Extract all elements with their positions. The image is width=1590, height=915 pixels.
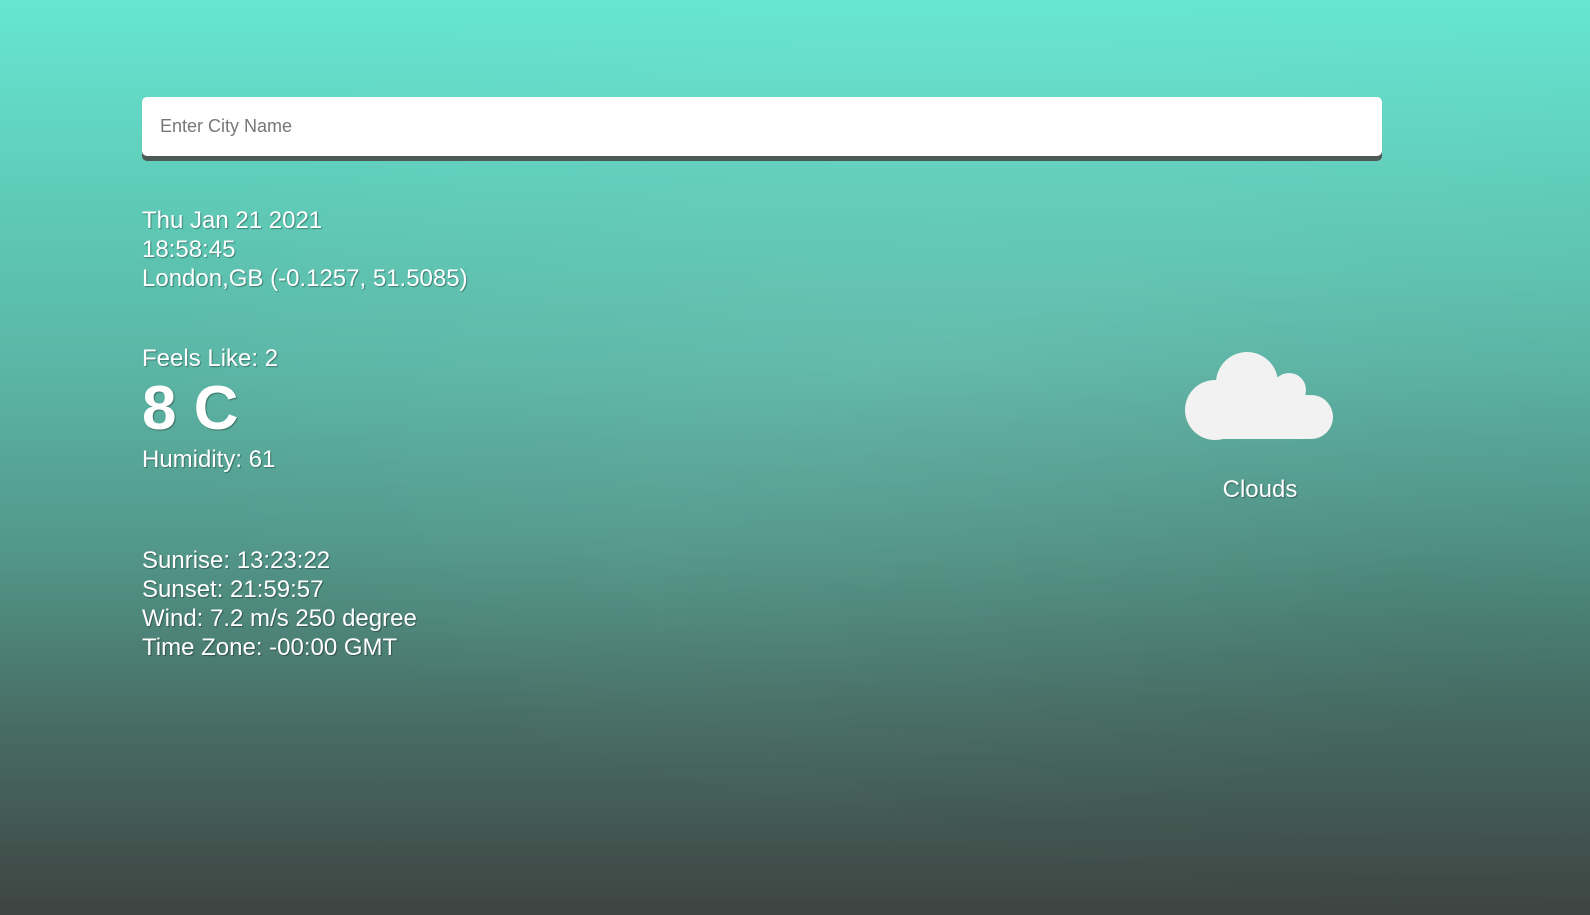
weather-description: Clouds bbox=[1222, 476, 1298, 503]
humidity: Humidity: 61 bbox=[142, 446, 276, 473]
city-search-input[interactable] bbox=[142, 97, 1382, 156]
timezone: Time Zone: -00:00 GMT bbox=[142, 634, 398, 661]
wind: Wind: 7.2 m/s 250 degree bbox=[142, 605, 417, 632]
temperature-block: Feels Like: 2 8 C Humidity: 61 bbox=[142, 344, 278, 474]
sunset: Sunset: 21:59:57 bbox=[142, 576, 324, 603]
feels-like: Feels Like: 2 bbox=[142, 345, 279, 372]
cloud-icon bbox=[1185, 352, 1333, 440]
time: 18:58:45 bbox=[142, 236, 236, 263]
location: London,GB (-0.1257, 51.5085) bbox=[142, 265, 468, 292]
date-location-block: Thu Jan 21 2021 18:58:45 London,GB (-0.1… bbox=[142, 206, 468, 293]
date: Thu Jan 21 2021 bbox=[142, 207, 323, 234]
weather-condition: Clouds bbox=[1180, 345, 1340, 504]
sunrise: Sunrise: 13:23:22 bbox=[142, 547, 331, 574]
temperature: 8 C bbox=[142, 374, 239, 443]
details-block: Sunrise: 13:23:22 Sunset: 21:59:57 Wind:… bbox=[142, 546, 417, 662]
